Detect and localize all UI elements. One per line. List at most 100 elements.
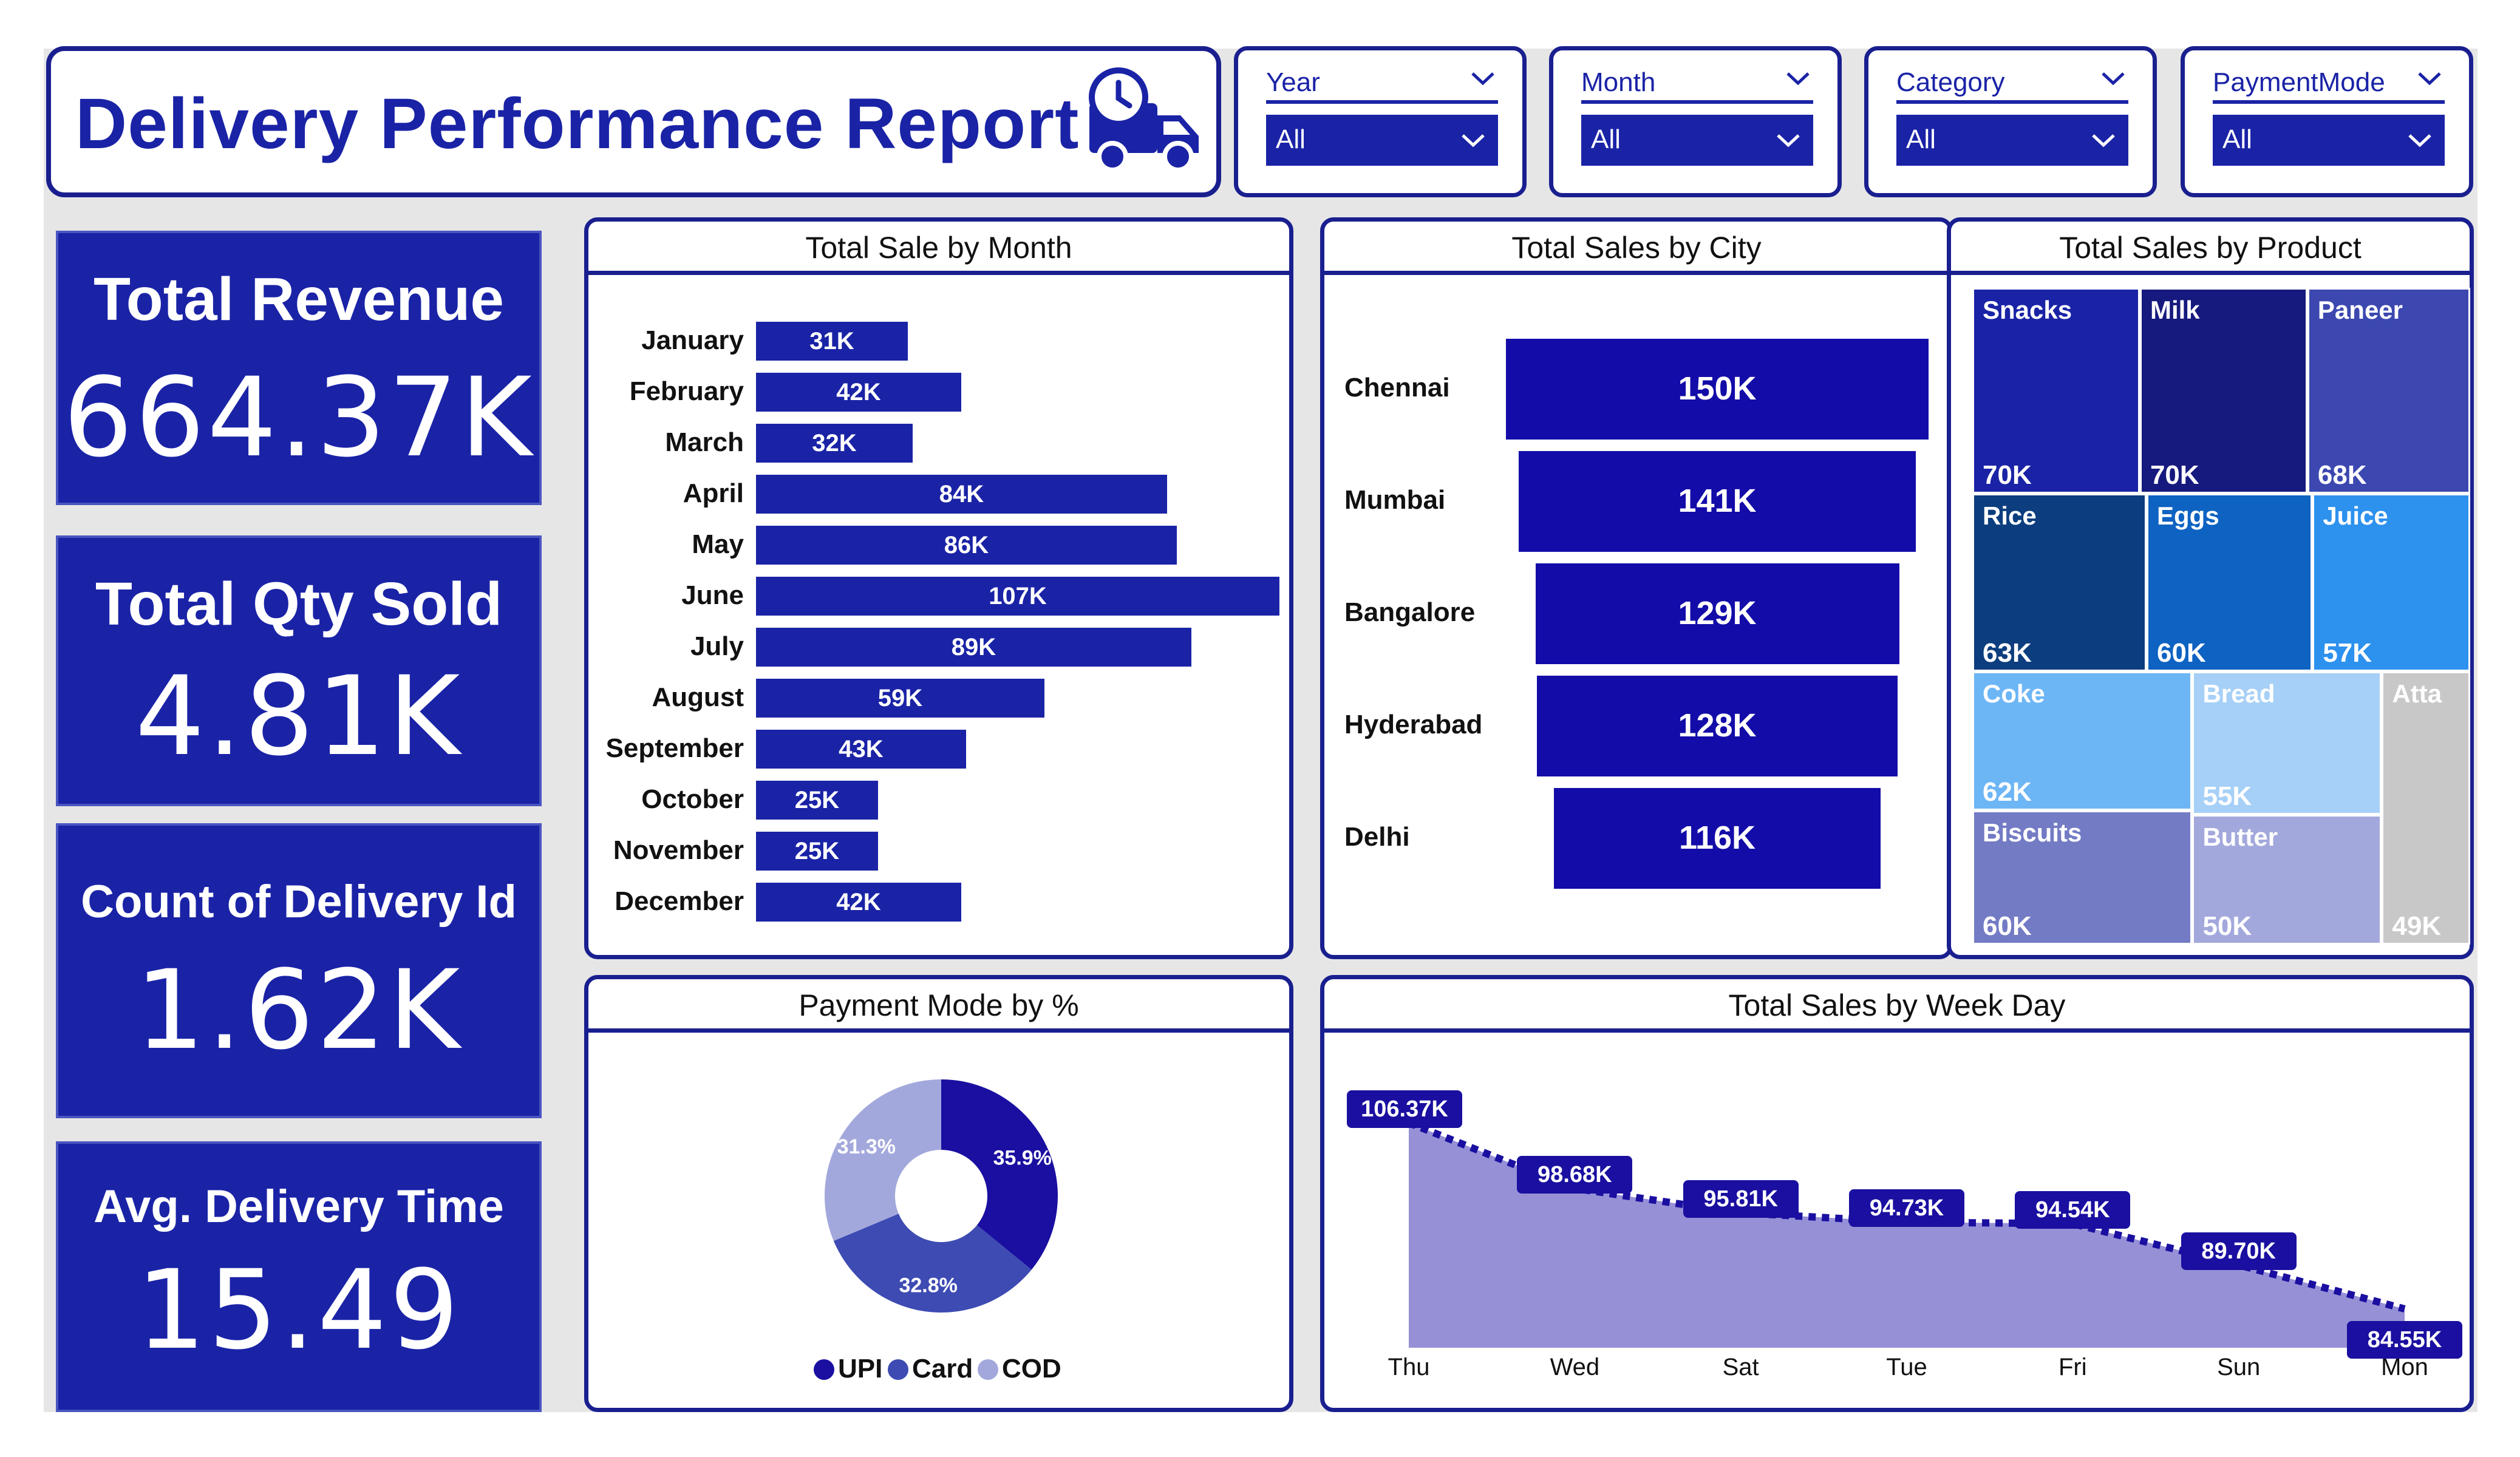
city-label: Hyderabad xyxy=(1344,710,1483,739)
slicer-divider xyxy=(1581,100,1813,104)
slicer-year-label: Year xyxy=(1266,67,1320,97)
delivery-truck-clock-icon xyxy=(1089,67,1199,172)
month-label: December xyxy=(615,886,744,916)
chevron-down-icon xyxy=(1777,134,1800,148)
slicer-year-dropdown[interactable]: All xyxy=(1266,115,1498,166)
treemap-tile-name: Eggs xyxy=(2157,501,2219,530)
treemap-tile: Juice 57K xyxy=(2312,493,2470,672)
slicer-divider xyxy=(2213,100,2445,104)
city-bar: 128K xyxy=(1537,676,1898,776)
month-label: March xyxy=(665,427,744,457)
slicer-month[interactable]: Month All xyxy=(1549,46,1842,197)
treemap-tile: Rice 63K xyxy=(1972,493,2147,672)
month-bar-value: 42K xyxy=(836,889,881,915)
weekday-axis-label: Thu xyxy=(1388,1354,1430,1381)
donut-slice-label: 35.9% xyxy=(993,1147,1052,1170)
city-bar-value: 128K xyxy=(1678,707,1757,744)
treemap-tile-name: Coke xyxy=(1983,679,2045,708)
month-bar-value: 25K xyxy=(794,838,840,864)
weekday-axis-label: Sat xyxy=(1722,1354,1759,1381)
slicer-paymentmode-dropdown[interactable]: All xyxy=(2213,115,2445,166)
treemap-tile-name: Biscuits xyxy=(1983,818,2082,847)
treemap-tile: Butter 50K xyxy=(2192,814,2382,945)
kpi-label: Avg. Delivery Time xyxy=(94,1181,504,1232)
chevron-down-icon xyxy=(1462,134,1485,148)
treemap-tile: Biscuits 60K xyxy=(1972,810,2193,945)
legend-item: Card xyxy=(888,1354,973,1384)
treemap-tile-name: Rice xyxy=(1983,501,2037,530)
month-label: September xyxy=(605,733,744,763)
slicer-category[interactable]: Category All xyxy=(1864,46,2157,197)
treemap-tile: Atta 49K xyxy=(2382,671,2470,945)
weekday-data-label: 98.68K xyxy=(1517,1155,1633,1194)
weekday-axis-label: Wed xyxy=(1550,1354,1600,1381)
legend-item: UPI xyxy=(814,1354,882,1384)
treemap-tile-value: 50K xyxy=(2202,911,2252,941)
city-bar-value: 129K xyxy=(1678,595,1757,631)
chevron-down-icon[interactable] xyxy=(1783,66,1813,90)
slicer-month-label: Month xyxy=(1581,67,1656,97)
slicer-month-value: All xyxy=(1591,124,1621,154)
slicer-category-label: Category xyxy=(1896,67,2005,97)
month-bar-value: 31K xyxy=(809,328,854,355)
treemap-tile: Milk 70K xyxy=(2139,288,2307,494)
kpi-value: 15.49 xyxy=(136,1247,461,1374)
month-label: May xyxy=(692,529,744,559)
chevron-down-icon xyxy=(2092,134,2115,148)
chart-title: Total Sales by Product xyxy=(1951,222,2470,275)
slicer-paymentmode-label: PaymentMode xyxy=(2213,67,2385,97)
chevron-down-icon[interactable] xyxy=(2414,66,2445,90)
kpi-value: 4.81K xyxy=(135,653,463,780)
slicer-category-dropdown[interactable]: All xyxy=(1896,115,2128,166)
legend-item: COD xyxy=(978,1354,1061,1384)
chevron-down-icon[interactable] xyxy=(2098,66,2128,90)
month-label: February xyxy=(629,376,744,406)
treemap-tile: Snacks 70K xyxy=(1972,288,2140,494)
month-bar-value: 89K xyxy=(951,634,996,661)
kpi-value: 1.62K xyxy=(135,947,463,1074)
treemap-tile-value: 62K xyxy=(1983,776,2032,807)
slicer-divider xyxy=(1896,100,2128,104)
treemap-tile-value: 57K xyxy=(2323,638,2372,668)
title-card: Delivery Performance Report xyxy=(46,46,1221,197)
chart-title: Total Sale by Month xyxy=(588,222,1289,275)
treemap-tile-name: Milk xyxy=(2150,296,2200,324)
city-label: Mumbai xyxy=(1344,485,1446,515)
chevron-down-icon[interactable] xyxy=(1468,66,1498,90)
treemap-tile-name: Atta xyxy=(2392,679,2442,708)
treemap-tile-name: Paneer xyxy=(2317,296,2403,324)
weekday-axis-label: Fri xyxy=(2059,1354,2087,1381)
month-bar-value: 84K xyxy=(939,481,984,508)
legend-label: UPI xyxy=(838,1354,883,1384)
weekday-data-label: 84.55K xyxy=(2347,1321,2462,1359)
weekday-axis-label: Tue xyxy=(1886,1354,1927,1381)
chart-title: Total Sales by Week Day xyxy=(1324,979,2470,1033)
kpi-total-revenue: Total Revenue 664.37K xyxy=(56,231,542,505)
month-label: June xyxy=(681,580,744,610)
month-bar-value: 59K xyxy=(877,685,923,712)
city-label: Delhi xyxy=(1344,822,1410,852)
slicer-paymentmode-value: All xyxy=(2222,124,2252,154)
slicer-year-value: All xyxy=(1276,124,1306,154)
kpi-total-qty-sold: Total Qty Sold 4.81K xyxy=(56,535,542,806)
slicer-year[interactable]: Year All xyxy=(1234,46,1527,197)
treemap-tile: Eggs 60K xyxy=(2147,493,2313,672)
kpi-avg-delivery-time: Avg. Delivery Time 15.49 xyxy=(56,1141,542,1412)
legend-dot xyxy=(814,1359,834,1380)
kpi-value: 664.37K xyxy=(63,355,534,481)
weekday-axis-label: Sun xyxy=(2217,1354,2261,1381)
month-bar-value: 32K xyxy=(812,430,857,457)
treemap-tile-name: Juice xyxy=(2323,501,2388,530)
kpi-count-of-delivery-id: Count of Delivery Id 1.62K xyxy=(56,823,542,1118)
city-bar: 141K xyxy=(1519,451,1916,552)
slicer-month-dropdown[interactable]: All xyxy=(1581,115,1813,166)
chart-title: Payment Mode by % xyxy=(588,979,1289,1033)
treemap-tile-value: 55K xyxy=(2202,781,2252,811)
slicer-divider xyxy=(1266,100,1498,104)
slicer-paymentmode[interactable]: PaymentMode All xyxy=(2181,46,2473,197)
donut-slice-label: 32.8% xyxy=(899,1274,957,1297)
legend-label: COD xyxy=(1002,1354,1061,1384)
month-bar-value: 86K xyxy=(944,532,989,559)
donut-slice xyxy=(825,1079,941,1241)
weekday-data-label: 94.73K xyxy=(1849,1189,1964,1228)
